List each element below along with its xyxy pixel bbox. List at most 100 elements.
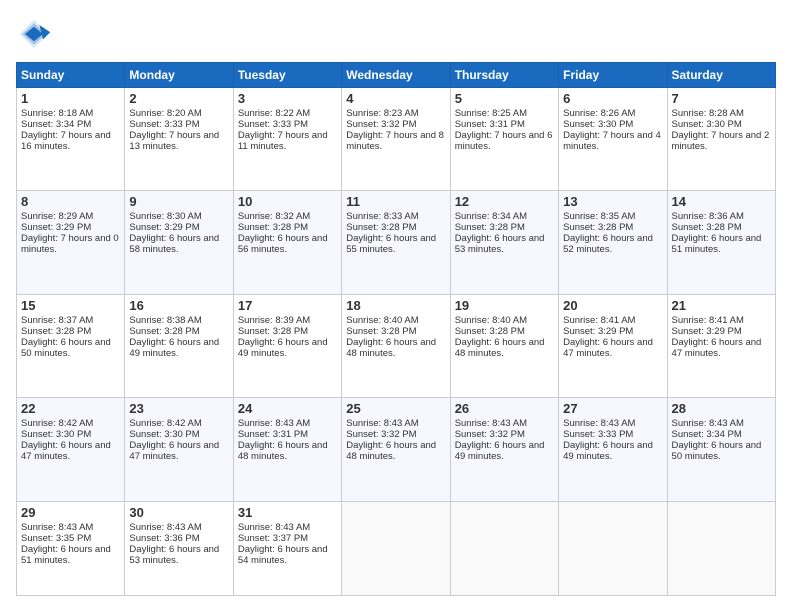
- calendar-cell: 18Sunrise: 8:40 AMSunset: 3:28 PMDayligh…: [342, 294, 450, 397]
- calendar-cell: 9 Sunrise: 8:30 AMSunset: 3:29 PMDaylight…: [125, 191, 233, 294]
- sunset-text: Sunset: 3:33 PM: [129, 119, 228, 130]
- sunrise-text: Sunrise: 8:28 AM: [672, 108, 771, 119]
- day-number: 8: [21, 194, 120, 209]
- day-number: 29: [21, 505, 120, 520]
- day-number: 14: [672, 194, 771, 209]
- daylight-text: Daylight: 7 hours and 11 minutes.: [238, 130, 337, 152]
- sunset-text: Sunset: 3:33 PM: [563, 429, 662, 440]
- day-number: 6: [563, 91, 662, 106]
- daylight-text: Daylight: 6 hours and 47 minutes.: [129, 440, 228, 462]
- calendar-cell: 22Sunrise: 8:42 AMSunset: 3:30 PMDayligh…: [17, 398, 125, 501]
- day-number: 30: [129, 505, 228, 520]
- daylight-text: Daylight: 7 hours and 13 minutes.: [129, 130, 228, 152]
- calendar-cell: 13Sunrise: 8:35 AMSunset: 3:28 PMDayligh…: [559, 191, 667, 294]
- day-number: 23: [129, 401, 228, 416]
- daylight-text: Daylight: 7 hours and 4 minutes.: [563, 130, 662, 152]
- sunset-text: Sunset: 3:28 PM: [672, 222, 771, 233]
- sunrise-text: Sunrise: 8:33 AM: [346, 211, 445, 222]
- sunrise-text: Sunrise: 8:43 AM: [129, 522, 228, 533]
- sunrise-text: Sunrise: 8:39 AM: [238, 315, 337, 326]
- daylight-text: Daylight: 6 hours and 47 minutes.: [21, 440, 120, 462]
- sunset-text: Sunset: 3:33 PM: [238, 119, 337, 130]
- calendar-header-monday: Monday: [125, 63, 233, 88]
- calendar-header-thursday: Thursday: [450, 63, 558, 88]
- day-number: 5: [455, 91, 554, 106]
- calendar-header-friday: Friday: [559, 63, 667, 88]
- daylight-text: Daylight: 6 hours and 54 minutes.: [238, 544, 337, 566]
- sunrise-text: Sunrise: 8:23 AM: [346, 108, 445, 119]
- daylight-text: Daylight: 7 hours and 2 minutes.: [672, 130, 771, 152]
- sunrise-text: Sunrise: 8:38 AM: [129, 315, 228, 326]
- sunrise-text: Sunrise: 8:35 AM: [563, 211, 662, 222]
- sunset-text: Sunset: 3:37 PM: [238, 533, 337, 544]
- sunrise-text: Sunrise: 8:36 AM: [672, 211, 771, 222]
- sunset-text: Sunset: 3:34 PM: [672, 429, 771, 440]
- calendar-cell: 26Sunrise: 8:43 AMSunset: 3:32 PMDayligh…: [450, 398, 558, 501]
- calendar-cell: 30Sunrise: 8:43 AMSunset: 3:36 PMDayligh…: [125, 501, 233, 595]
- daylight-text: Daylight: 6 hours and 48 minutes.: [238, 440, 337, 462]
- day-number: 10: [238, 194, 337, 209]
- day-number: 18: [346, 298, 445, 313]
- sunrise-text: Sunrise: 8:42 AM: [129, 418, 228, 429]
- sunrise-text: Sunrise: 8:30 AM: [129, 211, 228, 222]
- logo: [16, 16, 56, 52]
- day-number: 20: [563, 298, 662, 313]
- calendar-cell: 2Sunrise: 8:20 AMSunset: 3:33 PMDaylight…: [125, 88, 233, 191]
- daylight-text: Daylight: 6 hours and 55 minutes.: [346, 233, 445, 255]
- day-number: 16: [129, 298, 228, 313]
- calendar-week-row: 15Sunrise: 8:37 AMSunset: 3:28 PMDayligh…: [17, 294, 776, 397]
- sunset-text: Sunset: 3:32 PM: [346, 119, 445, 130]
- day-number: 9: [129, 194, 228, 209]
- calendar-cell: 1Sunrise: 8:18 AMSunset: 3:34 PMDaylight…: [17, 88, 125, 191]
- sunset-text: Sunset: 3:28 PM: [21, 326, 120, 337]
- sunset-text: Sunset: 3:30 PM: [563, 119, 662, 130]
- calendar-cell: 19Sunrise: 8:40 AMSunset: 3:28 PMDayligh…: [450, 294, 558, 397]
- day-number: 2: [129, 91, 228, 106]
- daylight-text: Daylight: 6 hours and 47 minutes.: [672, 337, 771, 359]
- day-number: 17: [238, 298, 337, 313]
- sunset-text: Sunset: 3:28 PM: [455, 222, 554, 233]
- sunset-text: Sunset: 3:28 PM: [238, 326, 337, 337]
- day-number: 26: [455, 401, 554, 416]
- sunset-text: Sunset: 3:32 PM: [455, 429, 554, 440]
- calendar-cell: 10Sunrise: 8:32 AMSunset: 3:28 PMDayligh…: [233, 191, 341, 294]
- sunset-text: Sunset: 3:28 PM: [346, 326, 445, 337]
- calendar-cell: [559, 501, 667, 595]
- sunrise-text: Sunrise: 8:43 AM: [238, 418, 337, 429]
- calendar-cell: 11Sunrise: 8:33 AMSunset: 3:28 PMDayligh…: [342, 191, 450, 294]
- calendar-cell: 27Sunrise: 8:43 AMSunset: 3:33 PMDayligh…: [559, 398, 667, 501]
- calendar-cell: 3Sunrise: 8:22 AMSunset: 3:33 PMDaylight…: [233, 88, 341, 191]
- sunrise-text: Sunrise: 8:42 AM: [21, 418, 120, 429]
- sunset-text: Sunset: 3:30 PM: [672, 119, 771, 130]
- daylight-text: Daylight: 6 hours and 58 minutes.: [129, 233, 228, 255]
- calendar-header-tuesday: Tuesday: [233, 63, 341, 88]
- daylight-text: Daylight: 6 hours and 48 minutes.: [455, 337, 554, 359]
- sunset-text: Sunset: 3:30 PM: [129, 429, 228, 440]
- sunset-text: Sunset: 3:31 PM: [238, 429, 337, 440]
- sunset-text: Sunset: 3:29 PM: [672, 326, 771, 337]
- calendar-cell: 8Sunrise: 8:29 AMSunset: 3:29 PMDaylight…: [17, 191, 125, 294]
- day-number: 19: [455, 298, 554, 313]
- daylight-text: Daylight: 6 hours and 50 minutes.: [21, 337, 120, 359]
- calendar-cell: [342, 501, 450, 595]
- sunrise-text: Sunrise: 8:43 AM: [563, 418, 662, 429]
- sunrise-text: Sunrise: 8:29 AM: [21, 211, 120, 222]
- sunset-text: Sunset: 3:29 PM: [129, 222, 228, 233]
- day-number: 7: [672, 91, 771, 106]
- calendar-week-row: 29Sunrise: 8:43 AMSunset: 3:35 PMDayligh…: [17, 501, 776, 595]
- day-number: 4: [346, 91, 445, 106]
- sunrise-text: Sunrise: 8:41 AM: [672, 315, 771, 326]
- calendar-cell: 14Sunrise: 8:36 AMSunset: 3:28 PMDayligh…: [667, 191, 775, 294]
- calendar-week-row: 22Sunrise: 8:42 AMSunset: 3:30 PMDayligh…: [17, 398, 776, 501]
- calendar-cell: 31Sunrise: 8:43 AMSunset: 3:37 PMDayligh…: [233, 501, 341, 595]
- daylight-text: Daylight: 7 hours and 6 minutes.: [455, 130, 554, 152]
- sunset-text: Sunset: 3:29 PM: [563, 326, 662, 337]
- calendar-cell: [450, 501, 558, 595]
- sunrise-text: Sunrise: 8:43 AM: [21, 522, 120, 533]
- day-number: 27: [563, 401, 662, 416]
- day-number: 25: [346, 401, 445, 416]
- sunrise-text: Sunrise: 8:43 AM: [455, 418, 554, 429]
- day-number: 22: [21, 401, 120, 416]
- sunset-text: Sunset: 3:28 PM: [129, 326, 228, 337]
- daylight-text: Daylight: 7 hours and 0 minutes.: [21, 233, 120, 255]
